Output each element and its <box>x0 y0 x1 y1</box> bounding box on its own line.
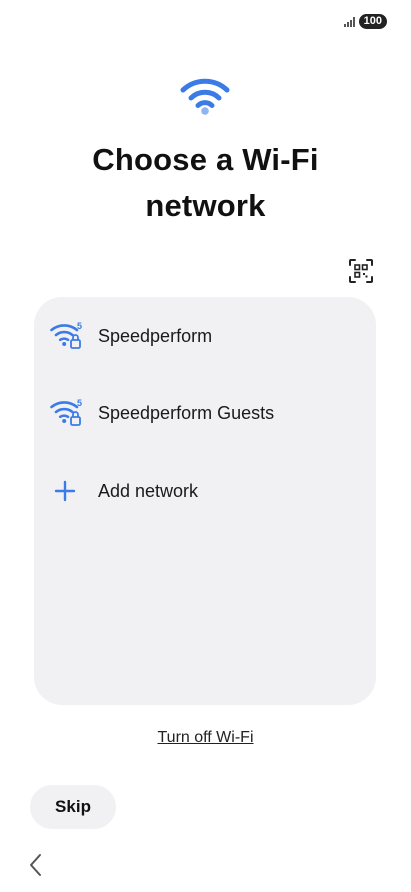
wifi-5ghz-secured-icon: 5 <box>50 321 86 351</box>
add-network-label: Add network <box>98 480 199 501</box>
status-bar: 100 <box>343 14 387 29</box>
network-item-speedperform-guests[interactable]: 5 Speedperform Guests <box>34 385 376 441</box>
page-title-line-1: Choose a Wi-Fi <box>92 142 319 177</box>
page-title: Choose a Wi-Fi network <box>0 140 411 226</box>
cellular-signal-icon <box>343 16 355 27</box>
network-name: Speedperform <box>98 325 213 346</box>
qr-code-scan-icon[interactable] <box>348 258 374 284</box>
wifi-icon <box>180 78 230 115</box>
plus-icon <box>50 476 86 506</box>
battery-indicator: 100 <box>358 14 387 29</box>
svg-text:5: 5 <box>77 398 82 408</box>
skip-button[interactable]: Skip <box>30 785 116 829</box>
turn-off-wifi-link[interactable]: Turn off Wi-Fi <box>0 729 411 747</box>
network-item-speedperform[interactable]: 5 Speedperform <box>34 308 376 364</box>
wifi-5ghz-secured-icon: 5 <box>50 398 86 428</box>
chevron-left-icon[interactable] <box>26 852 46 878</box>
add-network-button[interactable]: Add network <box>34 463 376 519</box>
network-name: Speedperform Guests <box>98 402 275 423</box>
page-title-line-2: network <box>145 188 266 223</box>
network-list-card: 5 Speedperform 5 Speedperform Guests Add… <box>34 297 376 705</box>
svg-text:5: 5 <box>77 321 82 331</box>
